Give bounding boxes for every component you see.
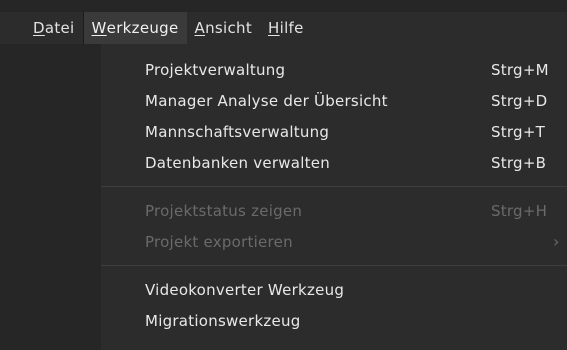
menu-ansicht-rest: nsicht [205,19,253,37]
menu-item-label: Migrationswerkzeug [145,311,301,330]
menu-item-videokonverter-werkzeug[interactable]: Videokonverter Werkzeug [101,274,567,305]
menu-item-label: Projekt exportieren [145,232,293,251]
menu-ansicht[interactable]: Ansicht [187,12,261,44]
menu-item-mannschaftsverwaltung[interactable]: Mannschaftsverwaltung Strg+T [101,116,567,147]
werkzeuge-dropdown-menu: Projektverwaltung Strg+M Manager Analyse… [101,44,567,350]
menu-item-label: Projektstatus zeigen [145,201,303,220]
menu-werkzeuge-accel: W [91,19,107,37]
menu-item-shortcut: Strg+M [491,60,549,79]
menu-item-projekt-exportieren: Projekt exportieren › [101,226,567,257]
menu-separator [101,186,567,187]
menu-bar: Datei Werkzeuge Ansicht Hilfe [0,12,567,44]
menu-item-label: Videokonverter Werkzeug [145,280,345,299]
menu-hilfe[interactable]: Hilfe [260,12,312,44]
menu-separator [101,265,567,266]
menu-item-label: Datenbanken verwalten [145,153,331,172]
menu-ansicht-accel: A [194,19,206,37]
menu-hilfe-rest: ilfe [279,19,304,37]
menu-werkzeuge[interactable]: Werkzeuge [83,12,187,44]
menu-hilfe-accel: H [268,19,280,37]
menu-item-label: Mannschaftsverwaltung [145,122,330,141]
menu-item-shortcut: Strg+H [491,201,548,220]
menu-datei-rest: atei [44,19,75,37]
menu-top-padding [101,44,567,54]
menu-datei-accel: D [33,19,45,37]
application-window: Datei Werkzeuge Ansicht Hilfe Projektver… [0,0,567,350]
menu-item-projektstatus-zeigen: Projektstatus zeigen Strg+H [101,195,567,226]
menu-item-projektverwaltung[interactable]: Projektverwaltung Strg+M [101,54,567,85]
menu-item-datenbanken-verwalten[interactable]: Datenbanken verwalten Strg+B [101,147,567,178]
menu-item-migrationswerkzeug[interactable]: Migrationswerkzeug [101,305,567,336]
menu-werkzeuge-rest: erkzeuge [106,19,179,37]
menu-item-manager-analyse[interactable]: Manager Analyse der Übersicht Strg+D [101,85,567,116]
menu-datei[interactable]: Datei [25,12,83,44]
menu-item-label: Projektverwaltung [145,60,286,79]
menu-item-shortcut: Strg+T [491,122,546,141]
menu-item-label: Manager Analyse der Übersicht [145,91,388,110]
chevron-right-icon: › [553,232,560,251]
menu-item-shortcut: Strg+D [491,91,548,110]
menu-item-shortcut: Strg+B [491,153,547,172]
